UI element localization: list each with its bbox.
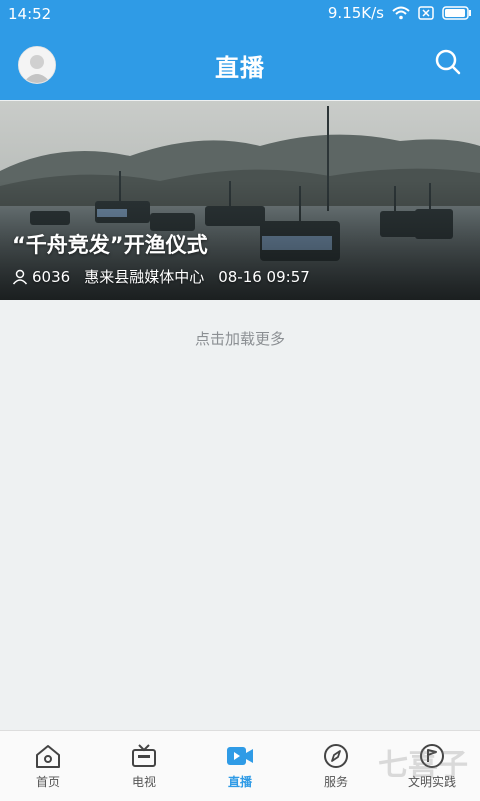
live-source: 惠来县融媒体中心 — [84, 268, 205, 286]
wifi-icon — [392, 6, 410, 20]
battery-icon — [442, 6, 471, 20]
load-more-button[interactable]: 点击加载更多 — [0, 328, 480, 349]
tab-home-label: 首页 — [35, 775, 60, 789]
page-title: 直播 — [215, 54, 265, 82]
compass-icon — [324, 744, 348, 768]
tab-live[interactable]: 直播 — [192, 731, 288, 801]
network-speed: 9.15K/s — [327, 4, 384, 22]
app-header: 直播 — [0, 28, 480, 100]
tab-service[interactable]: 服务 — [288, 731, 384, 801]
status-bar: 14:52 9.15K/s — [0, 0, 480, 28]
person-icon — [12, 269, 28, 284]
tab-service-label: 服务 — [323, 775, 348, 789]
status-icons: 9.15K/s — [328, 4, 472, 22]
live-datetime: 08-16 09:57 — [218, 267, 310, 286]
live-video-icon — [227, 747, 253, 765]
tab-tv-label: 电视 — [131, 775, 156, 789]
no-sim-icon — [418, 6, 434, 20]
search-icon[interactable] — [434, 48, 462, 76]
tab-live-label: 直播 — [227, 775, 252, 789]
status-time: 14:52 — [8, 5, 52, 23]
viewer-count-value: 6036 — [32, 267, 71, 286]
live-title: “千舟竞发”开渔仪式 — [12, 233, 208, 257]
tab-tv[interactable]: 电视 — [96, 731, 192, 801]
live-meta: 6036 惠来县融媒体中心 08-16 09:57 — [12, 266, 310, 287]
live-stream-card[interactable]: “千舟竞发”开渔仪式 6036 惠来县融媒体中心 08-16 09:57 — [0, 101, 480, 300]
tab-home[interactable]: 首页 — [0, 731, 96, 801]
viewer-count: 6036 — [12, 268, 70, 286]
watermark: 七喜子 — [378, 748, 468, 783]
home-icon — [36, 745, 60, 768]
tv-icon — [132, 744, 156, 767]
